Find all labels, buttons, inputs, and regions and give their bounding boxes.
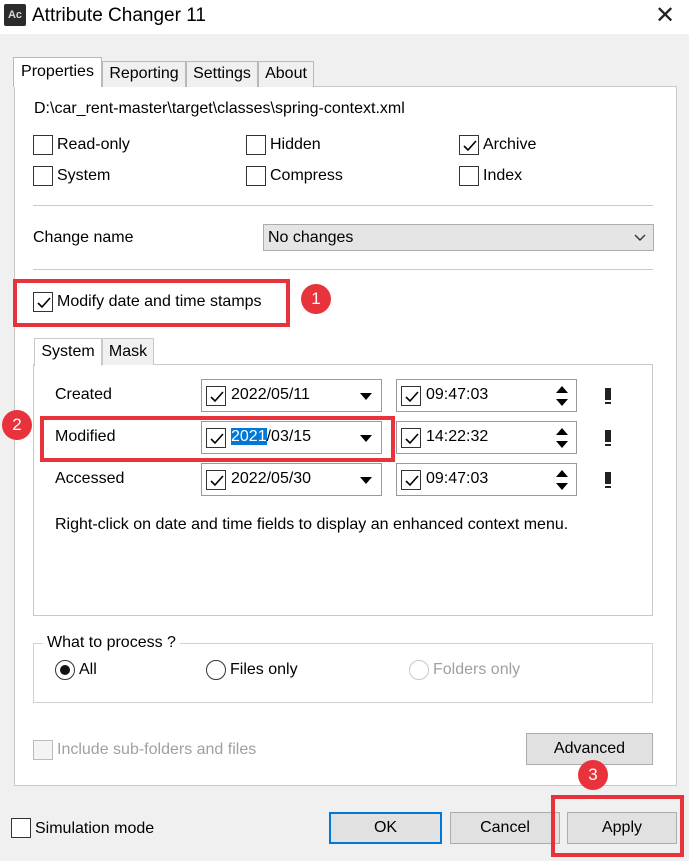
what-to-process-title: What to process ? bbox=[43, 634, 180, 652]
compress-label: Compress bbox=[270, 167, 343, 184]
system-checkbox[interactable] bbox=[33, 166, 53, 186]
checkmark-icon bbox=[210, 475, 224, 487]
radio-files-only[interactable] bbox=[206, 660, 226, 680]
context-menu-hint: Right-click on date and time fields to d… bbox=[55, 516, 569, 533]
cancel-button[interactable]: Cancel bbox=[450, 812, 560, 844]
highlight-box-3 bbox=[551, 795, 684, 857]
spin-up-icon[interactable] bbox=[556, 386, 568, 393]
subtab-mask[interactable]: Mask bbox=[102, 338, 154, 365]
tab-about[interactable]: About bbox=[258, 61, 314, 87]
change-name-value: No changes bbox=[268, 229, 354, 246]
created-time-picker[interactable]: 09:47:03 bbox=[396, 379, 577, 412]
spin-up-icon[interactable] bbox=[556, 470, 568, 477]
created-time-checkbox[interactable] bbox=[401, 386, 421, 406]
checkmark-icon bbox=[405, 475, 419, 487]
checkmark-icon bbox=[405, 433, 419, 445]
archive-checkbox[interactable] bbox=[459, 135, 479, 155]
close-icon[interactable]: ✕ bbox=[648, 2, 682, 30]
accessed-time-value: 09:47:03 bbox=[426, 470, 489, 487]
ok-button[interactable]: OK bbox=[329, 812, 442, 844]
highlight-box-2 bbox=[40, 416, 395, 462]
include-subfolders-label: Include sub-folders and files bbox=[57, 741, 257, 758]
simulation-mode-label: Simulation mode bbox=[35, 820, 155, 837]
tab-settings[interactable]: Settings bbox=[186, 61, 258, 87]
hidden-checkbox[interactable] bbox=[246, 135, 266, 155]
radio-all-label: All bbox=[79, 661, 97, 678]
spin-up-icon[interactable] bbox=[556, 428, 568, 435]
modified-time-picker[interactable]: 14:22:32 bbox=[396, 421, 577, 454]
pin-icon[interactable] bbox=[605, 430, 611, 446]
highlight-box-1 bbox=[13, 279, 290, 327]
modified-time-checkbox[interactable] bbox=[401, 428, 421, 448]
hidden-label: Hidden bbox=[270, 136, 321, 153]
annotation-badge-1: 1 bbox=[301, 284, 331, 314]
read-only-checkbox[interactable] bbox=[33, 135, 53, 155]
checkmark-icon bbox=[210, 391, 224, 403]
dropdown-arrow-icon bbox=[360, 477, 372, 484]
radio-files-only-label: Files only bbox=[230, 661, 298, 678]
checkmark-icon bbox=[405, 391, 419, 403]
accessed-label: Accessed bbox=[55, 470, 125, 487]
tab-properties[interactable]: Properties bbox=[13, 57, 102, 87]
created-date-checkbox[interactable] bbox=[206, 386, 226, 406]
index-label: Index bbox=[483, 167, 523, 184]
dropdown-arrow-icon bbox=[360, 393, 372, 400]
created-label: Created bbox=[55, 386, 112, 403]
chevron-down-icon bbox=[634, 234, 646, 241]
radio-all[interactable] bbox=[55, 660, 75, 680]
compress-checkbox[interactable] bbox=[246, 166, 266, 186]
read-only-label: Read-only bbox=[57, 136, 130, 153]
what-to-process-group bbox=[33, 643, 653, 703]
archive-label: Archive bbox=[483, 136, 537, 153]
change-name-label: Change name bbox=[33, 229, 134, 246]
modified-time-value: 14:22:32 bbox=[426, 428, 489, 445]
window-title: Attribute Changer 11 bbox=[32, 5, 206, 26]
file-path: D:\car_rent-master\target\classes\spring… bbox=[34, 100, 405, 117]
divider bbox=[33, 269, 653, 270]
checkmark-icon bbox=[463, 140, 477, 152]
include-subfolders-checkbox[interactable] bbox=[33, 740, 53, 760]
accessed-time-picker[interactable]: 09:47:03 bbox=[396, 463, 577, 496]
created-date-picker[interactable]: 2022/05/11 bbox=[201, 379, 382, 412]
accessed-time-checkbox[interactable] bbox=[401, 470, 421, 490]
accessed-date-checkbox[interactable] bbox=[206, 470, 226, 490]
subtab-system[interactable]: System bbox=[34, 338, 102, 366]
accessed-date-picker[interactable]: 2022/05/30 bbox=[201, 463, 382, 496]
system-label: System bbox=[57, 167, 111, 184]
simulation-mode-checkbox[interactable] bbox=[11, 818, 31, 838]
spin-down-icon[interactable] bbox=[556, 441, 568, 448]
accessed-date-value: 2022/05/30 bbox=[231, 470, 312, 487]
pin-icon[interactable] bbox=[605, 472, 611, 488]
change-name-dropdown[interactable]: No changes bbox=[263, 224, 654, 251]
annotation-badge-2: 2 bbox=[2, 410, 32, 440]
annotation-badge-3: 3 bbox=[578, 760, 608, 790]
tab-reporting[interactable]: Reporting bbox=[102, 61, 186, 87]
created-time-value: 09:47:03 bbox=[426, 386, 489, 403]
spin-down-icon[interactable] bbox=[556, 483, 568, 490]
app-icon: Ac bbox=[4, 4, 26, 26]
index-checkbox[interactable] bbox=[459, 166, 479, 186]
pin-icon[interactable] bbox=[605, 388, 611, 404]
created-date-value: 2022/05/11 bbox=[231, 386, 310, 403]
spin-down-icon[interactable] bbox=[556, 399, 568, 406]
radio-folders-only[interactable] bbox=[409, 660, 429, 680]
divider bbox=[33, 205, 653, 206]
radio-folders-only-label: Folders only bbox=[433, 661, 521, 678]
